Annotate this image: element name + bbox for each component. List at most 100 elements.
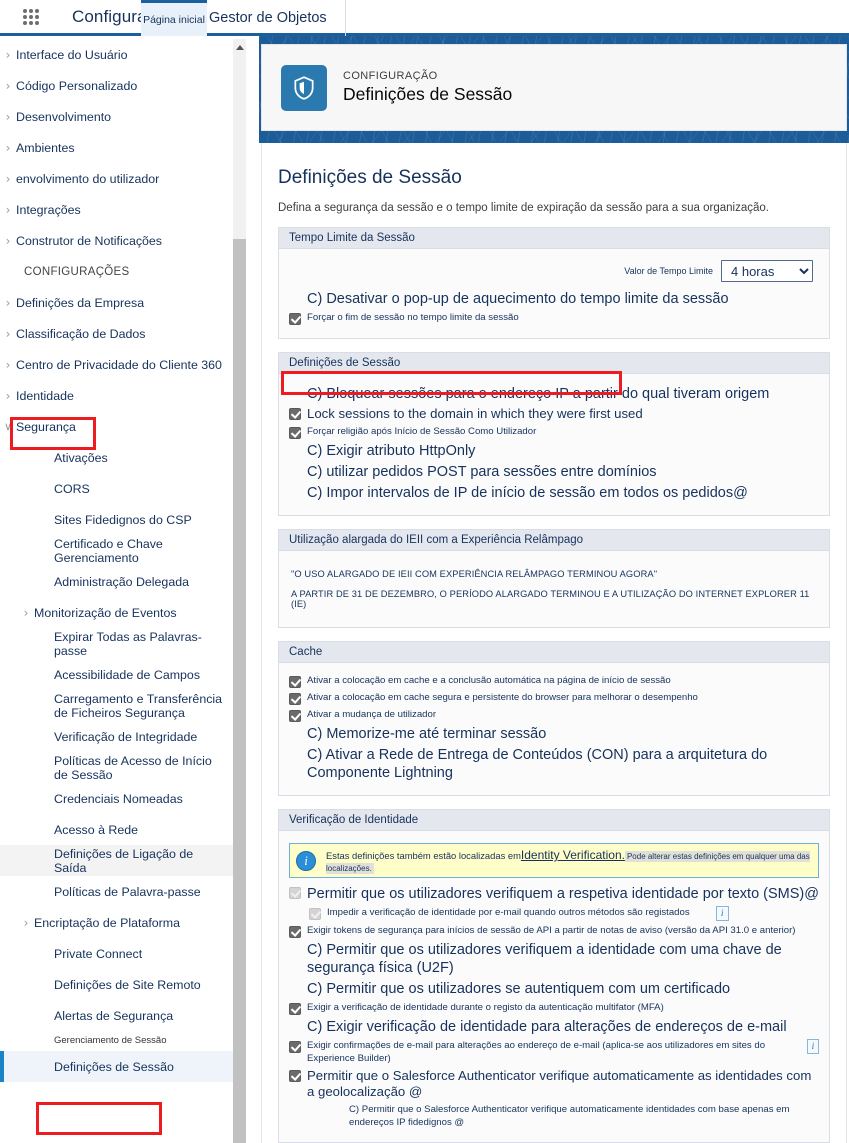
checkbox-checked[interactable] <box>289 693 301 705</box>
checkbox-checked[interactable] <box>289 408 301 420</box>
checkbox-checked[interactable] <box>289 887 301 899</box>
checkbox-checked[interactable] <box>309 908 321 920</box>
sidebar-scroll-up-arrow[interactable] <box>233 39 246 55</box>
setting-checkbox-row[interactable]: Ativar a mudança de utilizador <box>289 708 819 722</box>
setting-checkbox-row[interactable]: Exigir a verificação de identidade duran… <box>289 1001 819 1015</box>
sidebar-item-defini-es-da-empresa[interactable]: › Definições da Empresa <box>0 287 233 318</box>
checkbox-unchecked[interactable] <box>289 725 301 737</box>
setting-checkbox-row[interactable]: C) Exigir atributo HttpOnly <box>289 442 819 460</box>
chevron-right-icon[interactable]: › <box>0 389 16 403</box>
checkbox-unchecked[interactable] <box>331 1103 343 1115</box>
checkbox-unchecked[interactable] <box>289 1018 301 1030</box>
chevron-down-icon[interactable]: ∨ <box>0 420 16 434</box>
setting-checkbox-row[interactable]: C) Bloquear sessões para o endereço IP a… <box>289 385 819 403</box>
checkbox-checked[interactable] <box>289 710 301 722</box>
sidebar-item-centro-de-privacidade-do-cliente-360[interactable]: › Centro de Privacidade do Cliente 360 <box>0 349 233 380</box>
timeout-value-select[interactable]: 4 horas <box>721 260 813 282</box>
checkbox-checked[interactable] <box>289 676 301 688</box>
chevron-right-icon[interactable]: › <box>0 327 16 341</box>
sidebar-item-credenciais-nomeadas[interactable]: Credenciais Nomeadas <box>0 783 233 814</box>
sidebar-item-identidade[interactable]: › Identidade <box>0 380 233 411</box>
checkbox-unchecked[interactable] <box>289 463 301 475</box>
checkbox-unchecked[interactable] <box>289 290 301 302</box>
sidebar-item-cors[interactable]: CORS <box>0 473 233 504</box>
chevron-right-icon[interactable]: › <box>0 79 16 93</box>
sidebar-item-pol-ticas-de-palavra-passe[interactable]: Políticas de Palavra-passe <box>0 876 233 907</box>
sidebar-item-certificado-e-chave-gerenciamento[interactable]: Certificado e Chave Gerenciamento <box>0 535 233 566</box>
sidebar-item-ambientes[interactable]: › Ambientes <box>0 132 233 163</box>
checkbox-unchecked[interactable] <box>289 442 301 454</box>
setting-checkbox-row[interactable]: C) Permitir que o Salesforce Authenticat… <box>289 1103 819 1129</box>
checkbox-unchecked[interactable] <box>289 980 301 992</box>
sidebar-item-verifica-o-de-integridade[interactable]: Verificação de Integridade <box>0 721 233 752</box>
sidebar-item-interface-do-usu-rio[interactable]: › Interface do Usuário <box>0 39 233 70</box>
setting-checkbox-row[interactable]: Ativar a colocação em cache segura e per… <box>289 691 819 705</box>
sidebar-item-acessibilidade-de-campos[interactable]: Acessibilidade de Campos <box>0 659 233 690</box>
sidebar-item-c-digo-personalizado[interactable]: › Código Personalizado <box>0 70 233 101</box>
sidebar-scrollbar-thumb[interactable] <box>233 239 246 1143</box>
chevron-right-icon[interactable]: › <box>0 296 16 310</box>
setting-checkbox-row[interactable]: Permitir que os utilizadores verifiquem … <box>289 885 819 903</box>
checkbox-checked[interactable] <box>289 1003 301 1015</box>
checkbox-checked[interactable] <box>289 313 301 325</box>
chevron-right-icon[interactable]: › <box>0 234 16 248</box>
sidebar-item-construtor-de-notifica-es[interactable]: › Construtor de Notificações <box>0 225 233 256</box>
sidebar-item-expirar-todas-as-palavras-passe[interactable]: Expirar Todas as Palavras-passe <box>0 628 233 659</box>
sidebar-item-integra-es[interactable]: › Integrações <box>0 194 233 225</box>
checkbox-checked[interactable] <box>289 1070 301 1082</box>
chevron-right-icon[interactable]: › <box>0 141 16 155</box>
checkbox-unchecked[interactable] <box>289 385 301 397</box>
sidebar-item-monitoriza-o-de-eventos[interactable]: › Monitorização de Eventos <box>0 597 233 628</box>
sidebar-item-pol-ticas-de-acesso-de-in-cio-de-sess-o[interactable]: Políticas de Acesso de Início de Sessão <box>0 752 233 783</box>
setting-checkbox-row[interactable]: Exigir confirmações de e-mail para alter… <box>289 1039 819 1065</box>
setting-checkbox-row[interactable]: Impedir a verificação de identidade por … <box>289 906 819 921</box>
setting-checkbox-row[interactable]: Lock sessions to the domain in which the… <box>289 406 819 422</box>
setting-checkbox-row[interactable]: Ativar a colocação em cache e a conclusã… <box>289 674 819 688</box>
sidebar-item-desenvolvimento[interactable]: › Desenvolvimento <box>0 101 233 132</box>
checkbox-checked[interactable] <box>289 926 301 938</box>
sidebar-item-encripta-o-de-plataforma[interactable]: › Encriptação de Plataforma <box>0 907 233 938</box>
sidebar-item-sites-fidedignos-do-csp[interactable]: Sites Fidedignos do CSP <box>0 504 233 535</box>
setting-checkbox-row[interactable]: C) Permitir que os utilizadores verifiqu… <box>289 941 819 977</box>
setting-checkbox-row[interactable]: Exigir tokens de segurança para inícios … <box>289 924 819 938</box>
setting-checkbox-row[interactable]: C) Permitir que os utilizadores se auten… <box>289 980 819 998</box>
setting-checkbox-row[interactable]: C) Exigir verificação de identidade para… <box>289 1018 819 1036</box>
sidebar-item-seguran-a[interactable]: ∨ Segurança <box>0 411 233 442</box>
app-launcher-icon[interactable] <box>22 8 48 26</box>
setting-checkbox-row[interactable]: Forçar o fim de sessão no tempo limite d… <box>289 311 819 325</box>
setup-sidebar-tree[interactable]: › Interface do Usuário › Código Personaliza… <box>0 39 233 1143</box>
sidebar-item-defini-es-de-sess-o[interactable]: Definições de Sessão <box>0 1051 233 1082</box>
sidebar-item-envolvimento-do-utilizador[interactable]: › envolvimento do utilizador <box>0 163 233 194</box>
info-icon[interactable]: i <box>715 906 729 921</box>
setting-checkbox-row[interactable]: Forçar religião após Início de Sessão Co… <box>289 425 819 439</box>
chevron-right-icon[interactable]: › <box>0 110 16 124</box>
setting-checkbox-row[interactable]: C) Ativar a Rede de Entrega de Conteúdos… <box>289 746 819 782</box>
checkbox-unchecked[interactable] <box>289 746 301 758</box>
sidebar-item-alertas-de-seguran-a[interactable]: Alertas de Segurança <box>0 1000 233 1031</box>
chevron-right-icon[interactable]: › <box>0 48 16 62</box>
sidebar-item-administra-o-delegada[interactable]: Administração Delegada <box>0 566 233 597</box>
sidebar-item-carregamento-e-transfer-ncia-de-ficheiros-seguran-a[interactable]: Carregamento e Transferência de Ficheiro… <box>0 690 233 721</box>
checkbox-checked[interactable] <box>289 1041 301 1053</box>
chevron-right-icon[interactable]: › <box>18 606 34 620</box>
setting-checkbox-row[interactable]: C) Impor intervalos de IP de início de s… <box>289 484 819 502</box>
sidebar-item-private-connect[interactable]: Private Connect <box>0 938 233 969</box>
sidebar-item-defini-es-de-liga-o-de-sa-da[interactable]: Definições de Ligação de Saída <box>0 845 233 876</box>
chevron-right-icon[interactable]: › <box>18 916 34 930</box>
setting-checkbox-row[interactable]: C) Desativar o pop-up de aquecimento do … <box>289 290 819 308</box>
chevron-right-icon[interactable]: › <box>0 358 16 372</box>
setting-checkbox-row[interactable]: C) utilizar pedidos POST para sessões en… <box>289 463 819 481</box>
sidebar-item-ativa-es[interactable]: Ativações <box>0 442 233 473</box>
setting-checkbox-row[interactable]: Permitir que o Salesforce Authenticator … <box>289 1068 819 1100</box>
info-icon[interactable]: i <box>806 1039 819 1054</box>
identity-verification-link[interactable]: Identity Verification. <box>521 848 625 862</box>
chevron-right-icon[interactable]: › <box>0 172 16 186</box>
checkbox-unchecked[interactable] <box>289 941 301 953</box>
tab-home[interactable]: Página inicial <box>141 0 207 36</box>
sidebar-item-acesso-rede[interactable]: Acesso à Rede <box>0 814 233 845</box>
chevron-right-icon[interactable]: › <box>0 203 16 217</box>
tab-object-manager[interactable]: Gestor de Objetos <box>209 0 327 36</box>
setting-checkbox-row[interactable]: C) Memorize-me até terminar sessão <box>289 725 819 743</box>
sidebar-item-classifica-o-de-dados[interactable]: › Classificação de Dados <box>0 318 233 349</box>
sidebar-item-defini-es-de-site-remoto[interactable]: Definições de Site Remoto <box>0 969 233 1000</box>
